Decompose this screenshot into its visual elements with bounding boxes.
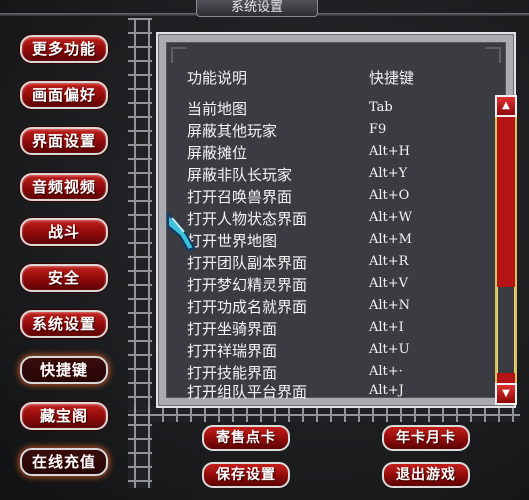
panel-corner xyxy=(485,47,501,63)
hotkey-row-name: 打开功成名就界面 xyxy=(187,298,308,316)
menu-security[interactable]: 安全 xyxy=(20,264,108,292)
hotkey-row-key: Alt+O xyxy=(369,188,410,203)
menu-combat[interactable]: 战斗 xyxy=(20,218,108,246)
hotkey-row-key: Alt+U xyxy=(369,342,410,357)
window-title: 系统设置 xyxy=(196,0,318,17)
hotkey-row-key: Alt+· xyxy=(369,364,403,379)
menu-display-preferences[interactable]: 画面偏好 xyxy=(20,81,108,109)
exit-game-button[interactable]: 退出游戏 xyxy=(382,462,470,488)
menu-hotkeys[interactable]: 快捷键 xyxy=(20,356,108,384)
menu-audio-video[interactable]: 音频视频 xyxy=(20,173,108,201)
hotkey-list: 功能说明 快捷键 当前地图 Tab 屏蔽其他玩家 F9 屏蔽摊位 Alt+H 屏… xyxy=(166,42,517,405)
annual-monthly-card-button[interactable]: 年卡月卡 xyxy=(382,425,470,451)
hotkey-row-key: Tab xyxy=(369,100,393,115)
hotkey-row-name: 打开团队副本界面 xyxy=(187,254,308,272)
hotkey-row-key: Alt+H xyxy=(369,144,410,159)
hotkey-row-key: Alt+R xyxy=(369,254,409,269)
menu-online-recharge[interactable]: 在线充值 xyxy=(20,448,108,476)
hotkey-row-key: Alt+I xyxy=(369,320,404,335)
hotkey-row-name: 打开人物状态界面 xyxy=(187,210,308,228)
menu-interface-settings[interactable]: 界面设置 xyxy=(20,127,108,155)
hotkey-row-key: F9 xyxy=(369,122,387,137)
hotkey-row-name: 当前地图 xyxy=(187,100,248,118)
settings-window: 系统设置 更多功能 画面偏好 界面设置 音频视频 战斗 安全 系统设置 快捷键 … xyxy=(0,0,529,500)
menu-more-features[interactable]: 更多功能 xyxy=(20,35,108,63)
scrollbar[interactable]: ▲ ▼ xyxy=(495,95,517,405)
hotkey-row-name: 打开梦幻精灵界面 xyxy=(187,276,308,294)
save-settings-button[interactable]: 保存设置 xyxy=(202,462,290,488)
hotkey-row-name: 屏蔽摊位 xyxy=(187,144,248,162)
hotkey-row-key: Alt+V xyxy=(369,276,409,291)
hotkey-row-key: Alt+W xyxy=(369,210,413,225)
hotkey-row-name: 屏蔽非队长玩家 xyxy=(187,166,293,184)
panel-corner xyxy=(171,47,187,63)
hotkey-row-key: Alt+J xyxy=(369,383,404,398)
hotkey-row-name: 打开召唤兽界面 xyxy=(187,188,293,206)
hotkey-row-key: Alt+N xyxy=(369,298,411,313)
scroll-down-arrow-icon[interactable]: ▼ xyxy=(495,383,517,405)
hotkey-row-name: 打开世界地图 xyxy=(187,232,278,250)
hotkey-row-name: 屏蔽其他玩家 xyxy=(187,122,278,140)
hotkey-row-name: 打开组队平台界面 xyxy=(187,383,308,401)
header-function: 功能说明 xyxy=(187,69,248,87)
consign-point-card-button[interactable]: 寄售点卡 xyxy=(202,425,290,451)
game-cursor-icon xyxy=(167,212,196,252)
hotkey-row-key: Alt+M xyxy=(369,232,412,247)
meander-border-middle xyxy=(128,406,520,422)
hotkey-panel: 功能说明 快捷键 当前地图 Tab 屏蔽其他玩家 F9 屏蔽摊位 Alt+H 屏… xyxy=(156,32,517,408)
hotkey-row-name: 打开坐骑界面 xyxy=(187,320,278,338)
hotkey-row-name: 打开技能界面 xyxy=(187,364,278,382)
menu-system-settings[interactable]: 系统设置 xyxy=(20,310,108,338)
hotkey-row-key: Alt+Y xyxy=(369,166,408,181)
scroll-up-arrow-icon[interactable]: ▲ xyxy=(495,95,517,117)
hotkey-row-name: 打开祥瑞界面 xyxy=(187,342,278,360)
scrollbar-track-space[interactable] xyxy=(497,287,515,373)
header-hotkey: 快捷键 xyxy=(369,69,415,87)
menu-treasure-pavilion[interactable]: 藏宝阁 xyxy=(20,402,108,430)
